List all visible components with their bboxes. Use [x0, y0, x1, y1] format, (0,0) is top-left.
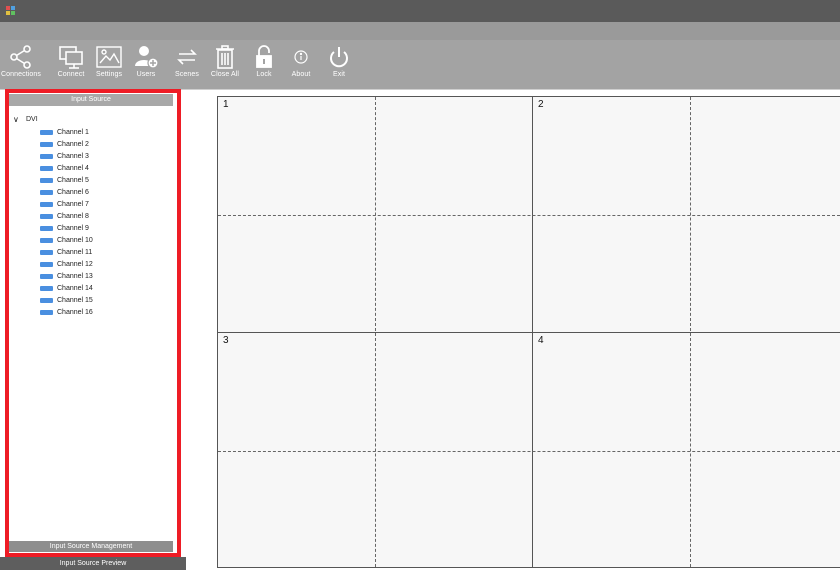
close-all-label: Close All — [210, 71, 240, 78]
channel-label: Channel 11 — [57, 249, 93, 256]
channel-item[interactable]: Channel 11 — [40, 247, 92, 258]
channel-icon — [40, 262, 53, 267]
channel-icon — [40, 142, 53, 147]
app-icon — [6, 6, 15, 15]
settings-button[interactable]: Settings — [94, 40, 124, 90]
tree-group-label: DVI — [26, 115, 38, 123]
channel-label: Channel 7 — [57, 201, 89, 208]
scenes-button[interactable]: Scenes — [172, 40, 202, 90]
channel-icon — [40, 166, 53, 171]
screen-label-3: 3 — [223, 335, 229, 346]
channel-item[interactable]: Channel 10 — [40, 235, 93, 246]
channel-icon — [40, 190, 53, 195]
connect-label: Connect — [57, 71, 85, 78]
channel-item[interactable]: Channel 3 — [40, 151, 89, 162]
channel-icon — [40, 202, 53, 207]
channel-label: Channel 5 — [57, 177, 89, 184]
channel-item[interactable]: Channel 5 — [40, 175, 89, 186]
channel-item[interactable]: Channel 15 — [40, 295, 93, 306]
user-add-icon — [135, 46, 159, 69]
channel-item[interactable]: Channel 14 — [40, 283, 93, 294]
channel-icon — [40, 310, 53, 315]
channel-icon — [40, 274, 53, 279]
input-source-panel — [9, 94, 173, 570]
channel-label: Channel 16 — [57, 309, 93, 316]
input-source-header: Input Source — [9, 94, 173, 106]
about-label: About — [291, 71, 311, 78]
channel-label: Channel 3 — [57, 153, 89, 160]
channel-item[interactable]: Channel 2 — [40, 139, 89, 150]
channel-label: Channel 2 — [57, 141, 89, 148]
channel-label: Channel 6 — [57, 189, 89, 196]
about-button[interactable]: About — [289, 40, 313, 90]
info-icon — [294, 50, 308, 64]
chevron-down-icon: ∨ — [13, 114, 19, 124]
channel-label: Channel 14 — [57, 285, 93, 292]
screen-label-4: 4 — [538, 335, 544, 346]
channel-icon — [40, 286, 53, 291]
swap-icon — [177, 49, 197, 65]
trash-icon — [216, 45, 234, 69]
channel-item[interactable]: Channel 16 — [40, 307, 93, 318]
screen-label-1: 1 — [223, 99, 229, 110]
channel-icon — [40, 130, 53, 135]
connections-label: Connections — [1, 71, 42, 78]
channel-label: Channel 12 — [57, 261, 93, 268]
close-all-button[interactable]: Close All — [210, 40, 240, 90]
channel-icon — [40, 238, 53, 243]
monitor-icon — [59, 46, 83, 69]
connect-button[interactable]: Connect — [56, 40, 86, 90]
menu-strip — [0, 22, 840, 40]
users-label: Users — [136, 71, 156, 78]
input-source-management-button[interactable]: Input Source Management — [9, 541, 173, 552]
screen-label-2: 2 — [538, 99, 544, 110]
video-wall-canvas[interactable]: 1 2 3 4 — [217, 96, 840, 568]
scenes-label: Scenes — [175, 71, 199, 78]
channel-item[interactable]: Channel 13 — [40, 271, 93, 282]
users-button[interactable]: Users — [134, 40, 159, 90]
channel-item[interactable]: Channel 9 — [40, 223, 89, 234]
input-source-preview-button[interactable]: Input Source Preview — [0, 557, 186, 570]
connections-button[interactable]: Connections — [1, 40, 41, 90]
settings-icon — [96, 46, 122, 68]
channel-item[interactable]: Channel 1 — [40, 127, 89, 138]
channel-label: Channel 8 — [57, 213, 89, 220]
power-icon — [330, 47, 348, 68]
main-toolbar: Connections Connect Settings Users Scene… — [0, 40, 840, 90]
channel-icon — [40, 178, 53, 183]
channel-icon — [40, 154, 53, 159]
window-titlebar — [0, 0, 840, 22]
lock-icon — [256, 45, 272, 68]
channel-label: Channel 9 — [57, 225, 89, 232]
channel-item[interactable]: Channel 4 — [40, 163, 89, 174]
connections-icon — [10, 45, 31, 69]
channel-label: Channel 10 — [57, 237, 93, 244]
channel-item[interactable]: Channel 8 — [40, 211, 89, 222]
channel-icon — [40, 250, 53, 255]
channel-icon — [40, 214, 53, 219]
channel-item[interactable]: Channel 12 — [40, 259, 93, 270]
channel-label: Channel 1 — [57, 129, 89, 136]
channel-icon — [40, 298, 53, 303]
tree-group-dvi[interactable]: ∨ DVI — [13, 113, 38, 125]
lock-label: Lock — [256, 71, 272, 78]
lock-button[interactable]: Lock — [252, 40, 276, 90]
channel-icon — [40, 226, 53, 231]
channel-item[interactable]: Channel 6 — [40, 187, 89, 198]
channel-label: Channel 15 — [57, 297, 93, 304]
channel-label: Channel 4 — [57, 165, 89, 172]
channel-item[interactable]: Channel 7 — [40, 199, 89, 210]
exit-button[interactable]: Exit — [327, 40, 351, 90]
settings-label: Settings — [95, 71, 123, 78]
channel-label: Channel 13 — [57, 273, 93, 280]
exit-label: Exit — [332, 71, 346, 78]
